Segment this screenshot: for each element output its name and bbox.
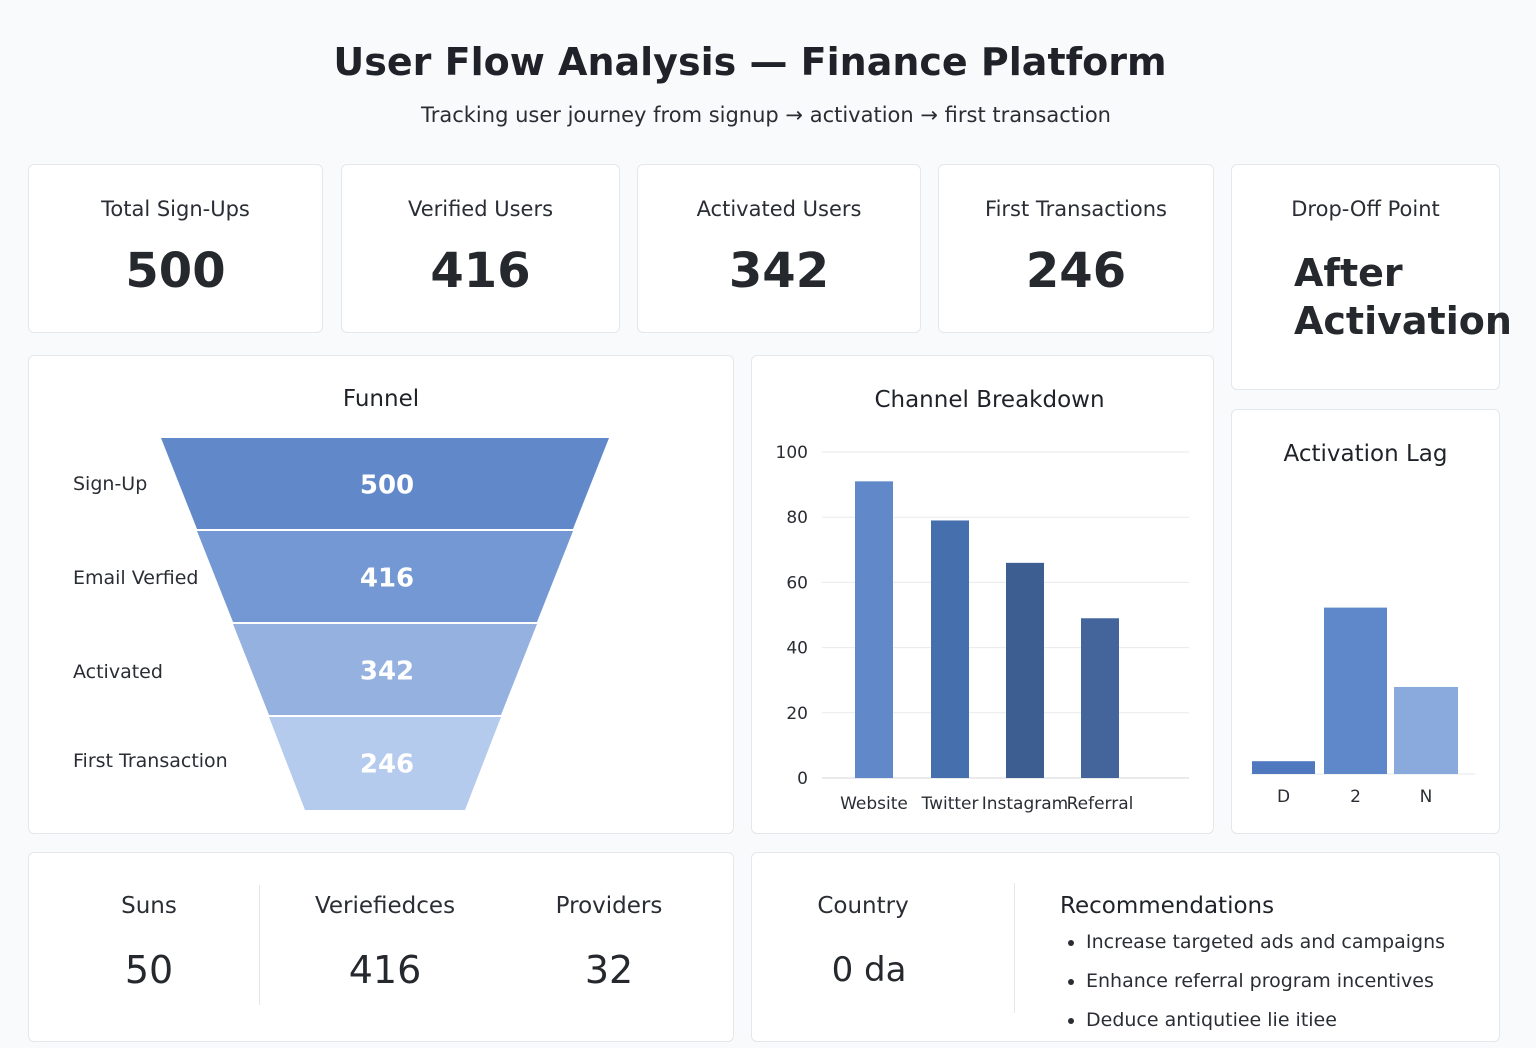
summary-panel: Suns 50 Veriefiedces 416 Providers 32 — [28, 852, 734, 1042]
y-tick-label: 0 — [797, 769, 808, 789]
country-value: 0 da — [831, 950, 907, 990]
recommendation-item: Enhance referral program incentives — [1086, 970, 1445, 992]
kpi-label: Verified Users — [407, 197, 554, 221]
recommendation-item: Increase targeted ads and campaigns — [1086, 931, 1445, 953]
summary-value-suns: 50 — [124, 948, 174, 992]
kpi-card-first-transactions: First Transactions 246 — [938, 164, 1214, 333]
x-tick-label: Twitter — [921, 794, 979, 814]
kpi-label: Activated Users — [696, 197, 862, 221]
x-tick-label: 2 — [1350, 787, 1361, 807]
kpi-label: Total Sign-Ups — [101, 197, 250, 221]
summary-value-providers: 32 — [584, 948, 634, 992]
y-tick-label: 100 — [776, 443, 808, 463]
kpi-label: First Transactions — [985, 197, 1167, 221]
kpi-value: 416 — [430, 243, 531, 299]
dropoff-label: Drop-Off Point — [1291, 197, 1440, 221]
x-tick-label: Website — [840, 794, 908, 814]
dropoff-value: After Activation — [1294, 249, 1512, 345]
channel-bar — [855, 481, 893, 778]
summary-label-verified: Veriefiedces — [314, 893, 456, 919]
dropoff-card: Drop-Off Point After Activation — [1231, 164, 1512, 390]
country-label: Country — [817, 893, 909, 919]
lag-chart: D 2 N — [1250, 607, 1475, 807]
summary-label-suns: Suns — [121, 893, 177, 919]
recommendations-divider — [1014, 883, 1015, 1013]
x-tick-label: N — [1420, 787, 1433, 807]
summary-value-verified: 416 — [348, 948, 422, 992]
lag-panel: Activation Lag D2N — [1231, 409, 1500, 834]
funnel-value-label: 500 — [360, 471, 414, 501]
lag-bar — [1252, 761, 1315, 774]
x-tick-label: Instagram — [982, 794, 1069, 814]
page-title: User Flow Analysis — Finance Platform — [333, 40, 1167, 84]
channel-panel: Channel Breakdown 0 20 40 60 80 100 Website Twi… — [751, 355, 1214, 834]
kpi-card-activated: Activated Users 342 — [637, 164, 921, 333]
y-tick-label: 20 — [786, 704, 808, 724]
summary-divider — [259, 885, 260, 1005]
kpi-value: 342 — [728, 243, 830, 299]
x-tick-label: Referral — [1067, 794, 1134, 814]
recommendations-panel: Country 0 da Recommendations Increase ta… — [751, 852, 1500, 1042]
channel-bar — [931, 520, 969, 778]
recommendations-list: Increase targeted ads and campaigns Enha… — [1060, 931, 1445, 1048]
funnel-value-label: 342 — [360, 657, 414, 687]
x-tick-label: D — [1277, 787, 1290, 807]
summary-label-providers: Providers — [555, 893, 663, 919]
channel-chart: 0 20 40 60 80 100 Website Twitter InstagramRefer… — [776, 443, 1189, 814]
kpi-card-verified: Verified Users 416 — [341, 164, 620, 333]
channel-bar — [1006, 562, 1044, 778]
y-tick-label: 40 — [786, 639, 808, 659]
funnel-panel: Funnel Sign-Up Email Verfied Activated F… — [28, 355, 734, 834]
recommendations-title: Recommendations — [1060, 893, 1275, 919]
y-tick-label: 80 — [786, 508, 808, 528]
dropoff-value-line1: After — [1294, 251, 1403, 295]
channel-bar — [1081, 618, 1119, 778]
y-tick-label: 60 — [786, 573, 808, 593]
lag-bar — [1394, 686, 1458, 774]
kpi-value: 500 — [125, 243, 226, 299]
funnel-value-label: 246 — [360, 750, 414, 780]
page-subtitle: Tracking user journey from signup → acti… — [420, 103, 1111, 127]
funnel-chart: 500 416 342 246 — [161, 438, 609, 810]
kpi-value: 246 — [1025, 243, 1127, 299]
funnel-value-label: 416 — [360, 564, 414, 594]
lag-bar — [1324, 607, 1387, 774]
dropoff-value-line2: Activation — [1294, 299, 1512, 343]
kpi-card-sign-ups: Total Sign-Ups 500 — [28, 164, 323, 333]
recommendation-item: Deduce antiqutiee lie itiee — [1086, 1009, 1445, 1031]
